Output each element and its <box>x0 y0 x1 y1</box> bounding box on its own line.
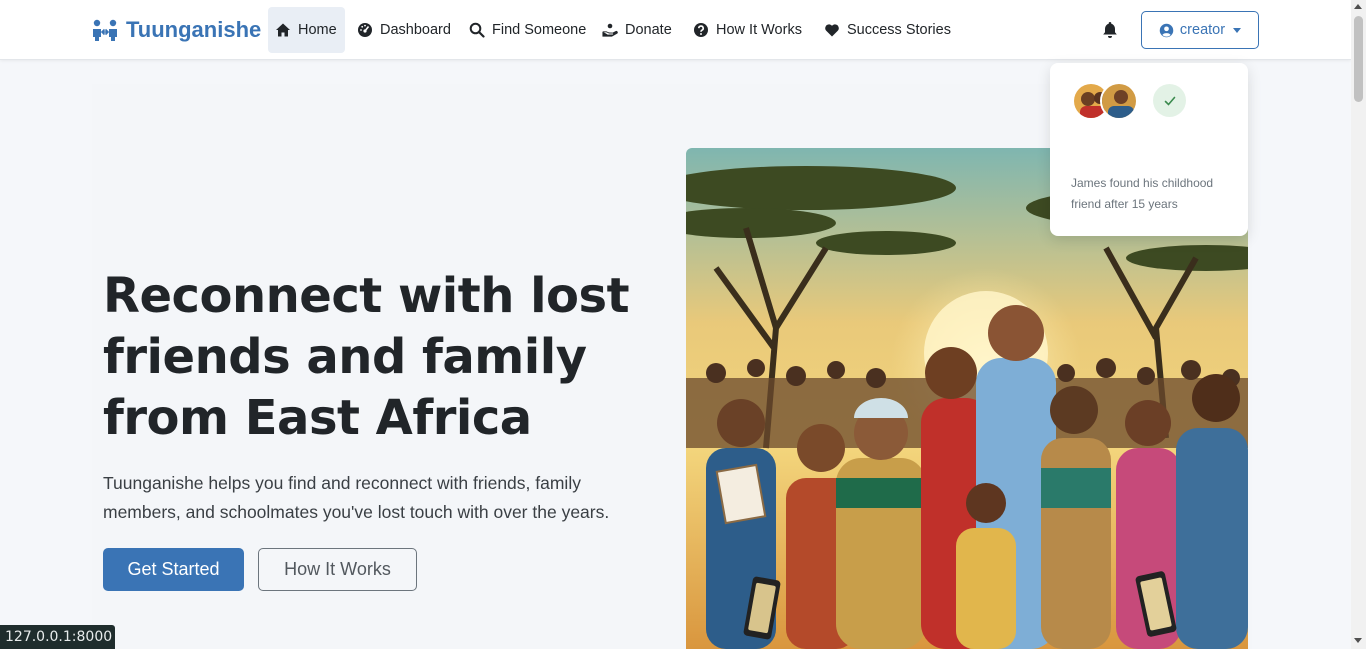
status-bar-url: 127.0.0.1:8000 <box>0 625 115 649</box>
nav-item-find-someone[interactable]: Find Someone <box>462 7 593 53</box>
hero-headline: Reconnect with lost friends and family f… <box>103 268 630 446</box>
nav-label-dashboard: Dashboard <box>380 22 451 38</box>
nav-item-how-it-works[interactable]: How It Works <box>686 7 809 53</box>
hand-holding-icon <box>602 23 618 37</box>
navbar: Tuunganishe Home Dashboard Find Someone … <box>0 0 1351 60</box>
verified-badge <box>1153 84 1186 117</box>
brand-logo[interactable]: Tuunganishe <box>92 14 261 46</box>
chevron-down-icon <box>1233 27 1242 33</box>
nav-label-success-stories: Success Stories <box>847 22 951 38</box>
get-started-button[interactable]: Get Started <box>103 548 244 591</box>
bell-icon[interactable] <box>1100 20 1120 40</box>
story-text: James found his childhood friend after 1… <box>1071 176 1214 211</box>
brand-name: Tuunganishe <box>126 17 262 42</box>
nav-item-home[interactable]: Home <box>268 7 345 53</box>
home-icon <box>276 23 290 37</box>
nav-item-success-stories[interactable]: Success Stories <box>817 7 958 53</box>
page-scrollbar[interactable] <box>1351 0 1366 649</box>
people-arrows-icon <box>93 19 117 41</box>
nav-label-how-it-works: How It Works <box>716 22 802 38</box>
question-circle-icon <box>694 23 708 37</box>
hero-lead: Tuunganishe helps you find and reconnect… <box>103 473 610 522</box>
user-circle-icon <box>1159 23 1174 37</box>
nav-item-dashboard[interactable]: Dashboard <box>350 7 458 53</box>
scroll-thumb[interactable] <box>1354 16 1363 102</box>
user-menu-label: creator <box>1179 22 1226 38</box>
scroll-down-icon[interactable] <box>1354 638 1362 643</box>
gauge-icon <box>358 23 372 37</box>
how-it-works-button[interactable]: How It Works <box>258 548 417 591</box>
scroll-up-icon[interactable] <box>1354 4 1362 9</box>
nav-label-donate: Donate <box>625 22 672 38</box>
nav-item-donate[interactable]: Donate <box>595 7 679 53</box>
avatar <box>1100 82 1138 120</box>
nav-label-home: Home <box>298 22 337 38</box>
user-menu-button[interactable]: creator <box>1141 11 1259 49</box>
success-story-card[interactable]: James found his childhood friend after 1… <box>1050 63 1248 236</box>
check-icon <box>1164 96 1175 106</box>
heart-icon <box>825 24 839 37</box>
nav-label-find-someone: Find Someone <box>492 22 587 38</box>
search-icon <box>469 22 485 38</box>
